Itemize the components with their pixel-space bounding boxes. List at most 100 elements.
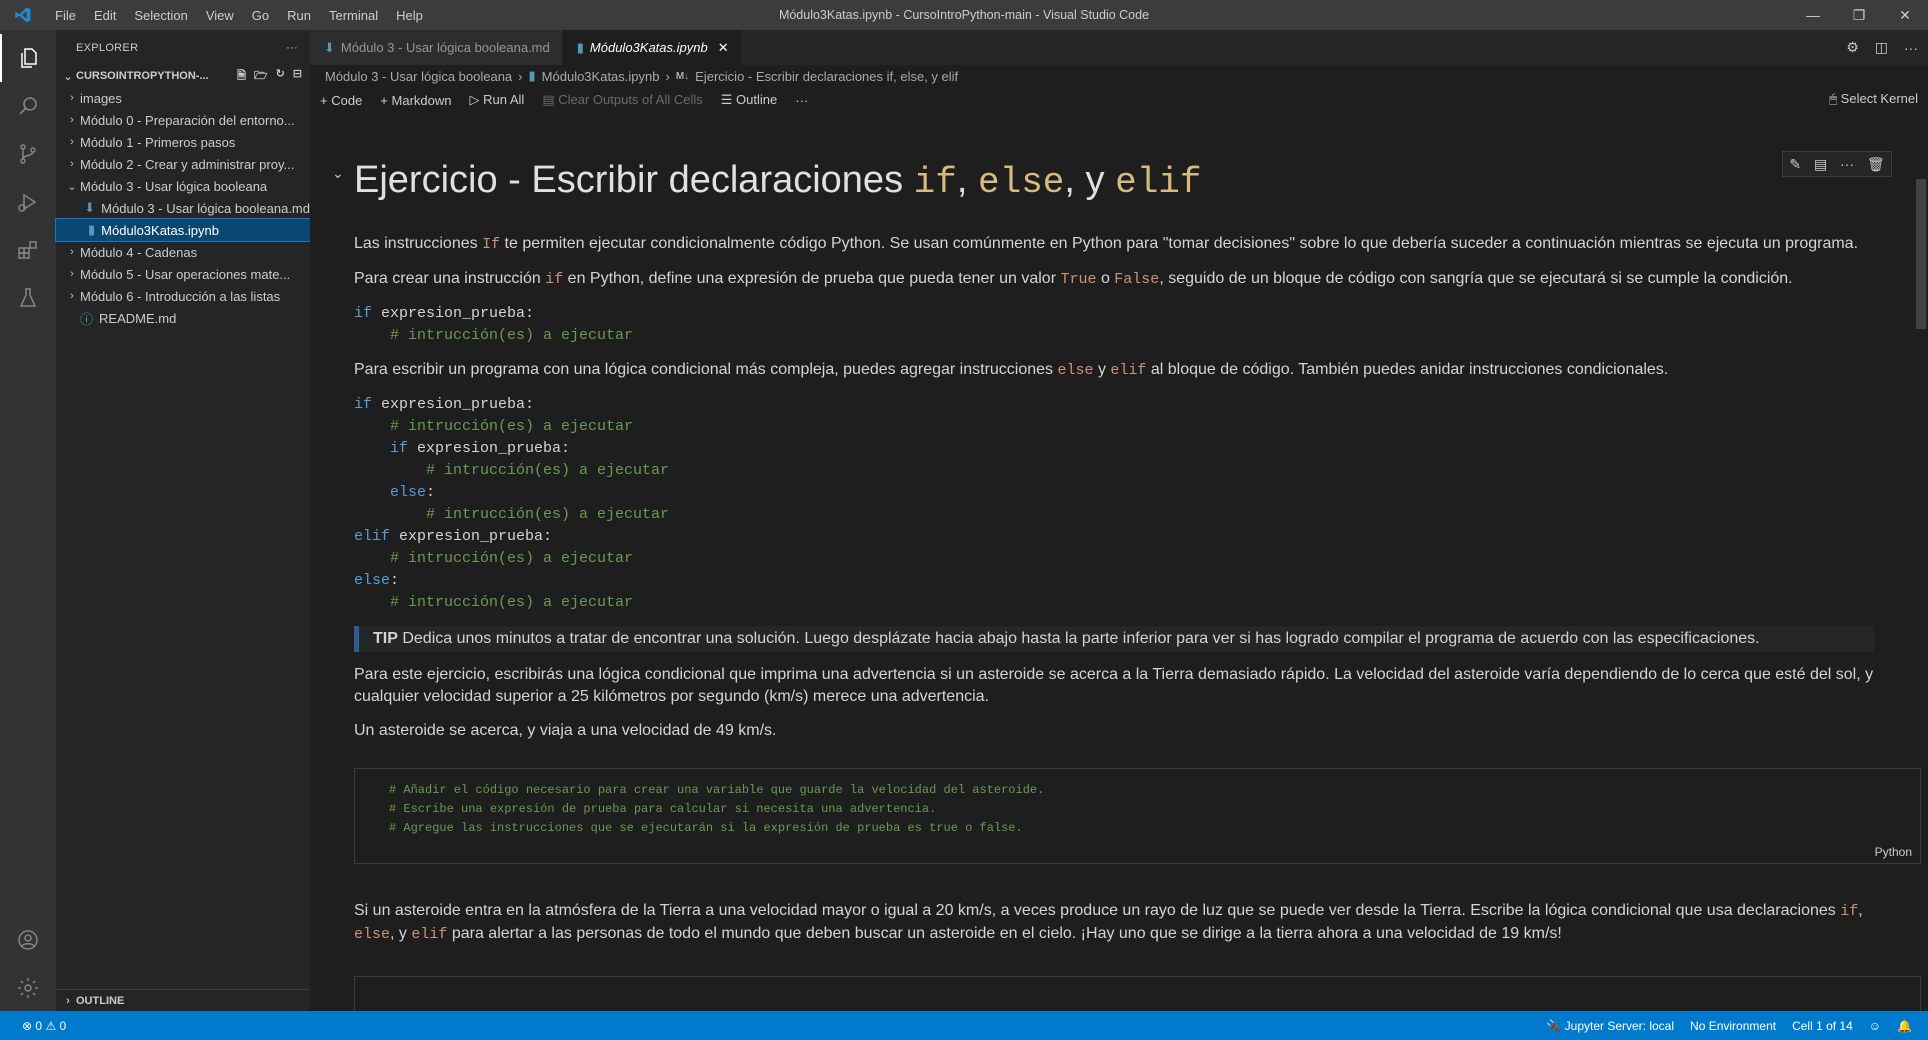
- explorer-actions: 🗎 🗁 ↻ ⊟: [237, 67, 310, 86]
- run-all-icon: ▷: [469, 92, 480, 107]
- account-icon[interactable]: [0, 916, 56, 964]
- outline-section[interactable]: › OUTLINE: [56, 989, 310, 1011]
- code-comment: # intrucción(es) a ejecutar: [390, 550, 634, 567]
- run-all-button[interactable]: ▷ Run All: [469, 92, 524, 108]
- source-control-icon[interactable]: [0, 130, 56, 178]
- problems-indicator[interactable]: ⊗ 0 ⚠ 0: [22, 1019, 66, 1033]
- tree-item[interactable]: › Módulo 0 - Preparación del entorno...: [56, 109, 310, 131]
- run-debug-icon[interactable]: [0, 178, 56, 226]
- code-comment-line: # Escribe una expresión de prueba para c…: [389, 802, 937, 816]
- menu-edit[interactable]: Edit: [85, 8, 125, 23]
- clear-outputs-button[interactable]: ▤ Clear Outputs of All Cells: [542, 92, 702, 108]
- code-comment-line: # Añadir el código necesario para crear …: [389, 783, 1045, 797]
- code-comment: # intrucción(es) a ejecutar: [390, 418, 634, 435]
- inline-code: True: [1060, 271, 1097, 288]
- tab-label: Módulo3Katas.ipynb: [589, 40, 708, 55]
- notebook-file-icon: ▮: [88, 222, 96, 237]
- gear-icon[interactable]: ⚙: [1846, 39, 1859, 56]
- tab-boolean-md[interactable]: ⬇ Módulo 3 - Usar lógica booleana.md: [310, 30, 563, 65]
- restore-icon[interactable]: ❐: [1836, 0, 1882, 30]
- collapse-all-icon[interactable]: ⊟: [293, 67, 302, 86]
- feedback-icon[interactable]: ☺: [1869, 1019, 1881, 1033]
- jupyter-server-status[interactable]: 🔌 Jupyter Server: local: [1546, 1019, 1674, 1033]
- more-icon[interactable]: ···: [1904, 40, 1918, 56]
- next-code-cell[interactable]: [354, 976, 1921, 1011]
- menu-run[interactable]: Run: [278, 8, 320, 23]
- tree-item[interactable]: › Módulo 2 - Crear y administrar proy...: [56, 153, 310, 175]
- menu-file[interactable]: File: [46, 8, 85, 23]
- tree-item[interactable]: ⓘ README.md: [56, 307, 310, 329]
- split-editor-icon[interactable]: ◫: [1875, 39, 1888, 56]
- code-cell[interactable]: # Añadir el código necesario para crear …: [354, 768, 1921, 864]
- breadcrumb-file[interactable]: Módulo3Katas.ipynb: [542, 69, 660, 84]
- extensions-icon[interactable]: [0, 226, 56, 274]
- toolbar-more-button[interactable]: ···: [795, 93, 808, 108]
- tree-item[interactable]: ▮ Módulo3Katas.ipynb: [55, 218, 311, 242]
- new-folder-icon[interactable]: 🗁: [254, 67, 268, 86]
- breadcrumb-folder[interactable]: Módulo 3 - Usar lógica booleana: [325, 69, 512, 84]
- testing-icon[interactable]: [0, 274, 56, 322]
- warning-icon: ⚠: [45, 1018, 57, 1033]
- tree-item[interactable]: › Módulo 5 - Usar operaciones mate...: [56, 263, 310, 285]
- tree-item[interactable]: › Módulo 1 - Primeros pasos: [56, 131, 310, 153]
- new-file-icon[interactable]: 🗎: [237, 67, 246, 86]
- tree-item[interactable]: › Módulo 6 - Introducción a las listas: [56, 285, 310, 307]
- inline-code: if: [1840, 903, 1859, 920]
- code-text: :: [390, 572, 400, 589]
- code-comment: # intrucción(es) a ejecutar: [426, 506, 670, 523]
- more-actions-icon[interactable]: ···: [286, 42, 298, 54]
- menu-help[interactable]: Help: [387, 8, 432, 23]
- minimize-icon[interactable]: —: [1790, 0, 1836, 30]
- menu-terminal[interactable]: Terminal: [320, 8, 387, 23]
- chevron-right-icon: ›: [665, 68, 670, 84]
- cell-position-status[interactable]: Cell 1 of 14: [1792, 1019, 1853, 1033]
- code-keyword: else: [390, 484, 427, 501]
- inline-code: If: [482, 236, 501, 253]
- markdown-cell[interactable]: Ejercicio - Escribir declaraciones if, e…: [354, 143, 1921, 1011]
- tip-text: Dedica unos minutos a tratar de encontra…: [397, 630, 1760, 647]
- title-bar: File Edit Selection View Go Run Terminal…: [0, 0, 1928, 30]
- environment-status[interactable]: No Environment: [1690, 1019, 1776, 1033]
- tree-item[interactable]: ⌄ Módulo 3 - Usar lógica booleana: [56, 175, 310, 197]
- tree-item[interactable]: › images: [56, 87, 310, 109]
- code-cell-content[interactable]: # Añadir el código necesario para crear …: [355, 769, 1920, 838]
- add-markdown-button[interactable]: + Markdown: [380, 93, 451, 108]
- notifications-bell-icon[interactable]: 🔔: [1897, 1019, 1912, 1033]
- close-tab-icon[interactable]: ✕: [718, 40, 729, 56]
- explorer-icon[interactable]: [0, 34, 56, 82]
- tree-item-label: Módulo 1 - Primeros pasos: [80, 134, 236, 150]
- tree-item-label: Módulo 3 - Usar lógica booleana.md: [101, 200, 310, 216]
- settings-gear-icon[interactable]: [0, 964, 56, 1012]
- outline-button[interactable]: ☰ Outline: [721, 92, 777, 108]
- code-comment: # intrucción(es) a ejecutar: [390, 594, 634, 611]
- vscode-logo-icon: [0, 0, 46, 30]
- refresh-icon[interactable]: ↻: [276, 67, 285, 86]
- search-icon[interactable]: [0, 82, 56, 130]
- close-window-icon[interactable]: ✕: [1882, 0, 1928, 30]
- menu-view[interactable]: View: [197, 8, 243, 23]
- tree-item[interactable]: › Módulo 4 - Cadenas: [56, 241, 310, 263]
- code-line: # intrucción(es) a ejecutar: [354, 504, 1874, 526]
- select-kernel-button[interactable]: 🖱 Select Kernel: [1829, 91, 1918, 107]
- tip-label: TIP: [373, 630, 398, 647]
- add-code-button[interactable]: + Code: [320, 93, 362, 108]
- menu-selection[interactable]: Selection: [125, 8, 196, 23]
- text: al bloque de código. También puedes anid…: [1146, 361, 1669, 378]
- tab-katas-notebook[interactable]: ▮ Módulo3Katas.ipynb ✕: [562, 30, 742, 65]
- text: y: [1093, 361, 1111, 378]
- editor-scrollbar[interactable]: [1914, 143, 1928, 1011]
- scrollbar-thumb[interactable]: [1916, 179, 1926, 329]
- warning-count: 0: [59, 1018, 67, 1033]
- code-block-nested: if expresion_prueba: # intrucción(es) a …: [354, 394, 1874, 614]
- collapse-cell-chevron-icon[interactable]: ⌄: [332, 165, 344, 182]
- workspace-root[interactable]: ⌄ CURSOINTROPYTHON-... 🗎 🗁 ↻ ⊟: [56, 65, 310, 87]
- cell-language[interactable]: Python: [1875, 845, 1912, 859]
- breadcrumb-cell[interactable]: Ejercicio - Escribir declaraciones if, e…: [695, 69, 958, 84]
- code-text: expresion_prueba:: [408, 440, 571, 457]
- menu-go[interactable]: Go: [243, 8, 278, 23]
- tree-item[interactable]: ⬇ Módulo 3 - Usar lógica booleana.md: [56, 197, 310, 219]
- notebook-toolbar: + Code + Markdown ▷ Run All ▤ Clear Outp…: [310, 87, 1928, 113]
- explorer-title: EXPLORER: [76, 41, 139, 54]
